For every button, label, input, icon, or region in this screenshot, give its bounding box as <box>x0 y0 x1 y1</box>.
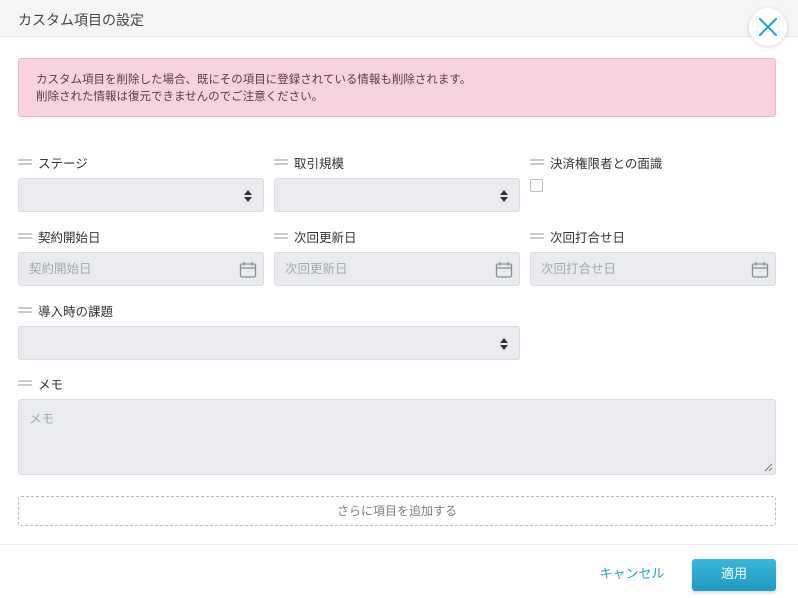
drag-handle-icon[interactable] <box>18 380 32 386</box>
field-label-text: 契約開始日 <box>38 229 101 245</box>
contract-start-date-input[interactable]: 契約開始日 <box>18 252 264 286</box>
date-placeholder: 次回更新日 <box>285 261 348 276</box>
drag-handle-icon[interactable] <box>530 159 544 165</box>
next-meeting-date-input[interactable]: 次回打合せ日 <box>530 252 776 286</box>
resize-grip-icon[interactable] <box>764 463 773 472</box>
drag-handle-icon[interactable] <box>530 233 544 239</box>
field-label-decision-maker: 決済権限者との面識 <box>530 154 663 171</box>
drag-handle-icon[interactable] <box>274 233 288 239</box>
field-label-text: メモ <box>38 376 64 392</box>
field-label-next-renewal: 次回更新日 <box>274 228 357 245</box>
field-label-text: 次回打合せ日 <box>550 229 626 245</box>
calendar-icon[interactable] <box>751 261 769 279</box>
drag-handle-icon[interactable] <box>274 159 288 165</box>
field-label-text: ステージ <box>38 155 88 171</box>
select-arrows-icon <box>500 190 508 202</box>
date-placeholder: 次回打合せ日 <box>541 261 617 276</box>
close-icon <box>759 18 777 36</box>
alert-line-2: 削除された情報は復元できませんのでご注意ください。 <box>36 89 324 103</box>
select-arrows-icon <box>500 338 508 350</box>
field-label-next-meeting: 次回打合せ日 <box>530 228 626 245</box>
calendar-icon[interactable] <box>239 261 257 279</box>
select-arrows-icon <box>244 190 252 202</box>
warning-alert: カスタム項目を削除した場合、既にその項目に登録されている情報も削除されます。 削… <box>18 58 776 117</box>
field-label-memo: メモ <box>18 375 64 392</box>
close-button[interactable] <box>749 8 787 46</box>
calendar-icon[interactable] <box>495 261 513 279</box>
field-label-text: 取引規模 <box>294 155 345 171</box>
cancel-button[interactable]: キャンセル <box>592 563 672 587</box>
modal-title: カスタム項目の設定 <box>18 13 144 29</box>
footer-divider <box>0 544 798 545</box>
field-label-adoption-issue: 導入時の課題 <box>18 302 114 319</box>
field-label-contract-start: 契約開始日 <box>18 228 101 245</box>
field-label-text: 決済権限者との面識 <box>550 155 663 171</box>
alert-line-1: カスタム項目を削除した場合、既にその項目に登録されている情報も削除されます。 <box>36 72 472 86</box>
drag-handle-icon[interactable] <box>18 159 32 165</box>
apply-button[interactable]: 適用 <box>692 559 776 591</box>
field-label-text: 次回更新日 <box>294 229 357 245</box>
drag-handle-icon[interactable] <box>18 307 32 313</box>
next-renewal-date-input[interactable]: 次回更新日 <box>274 252 520 286</box>
field-label-deal-size: 取引規模 <box>274 154 345 171</box>
adoption-issue-select[interactable] <box>18 326 520 360</box>
deal-size-select[interactable] <box>274 178 520 212</box>
stage-select[interactable] <box>18 178 264 212</box>
modal-header: カスタム項目の設定 <box>0 0 798 37</box>
field-label-stage: ステージ <box>18 154 88 171</box>
date-placeholder: 契約開始日 <box>29 261 92 276</box>
decision-maker-checkbox[interactable] <box>530 179 543 192</box>
memo-textarea[interactable]: メモ <box>18 399 776 475</box>
field-label-text: 導入時の課題 <box>38 303 114 319</box>
add-more-fields-button[interactable]: さらに項目を追加する <box>18 496 776 526</box>
drag-handle-icon[interactable] <box>18 233 32 239</box>
memo-placeholder: メモ <box>29 411 55 426</box>
